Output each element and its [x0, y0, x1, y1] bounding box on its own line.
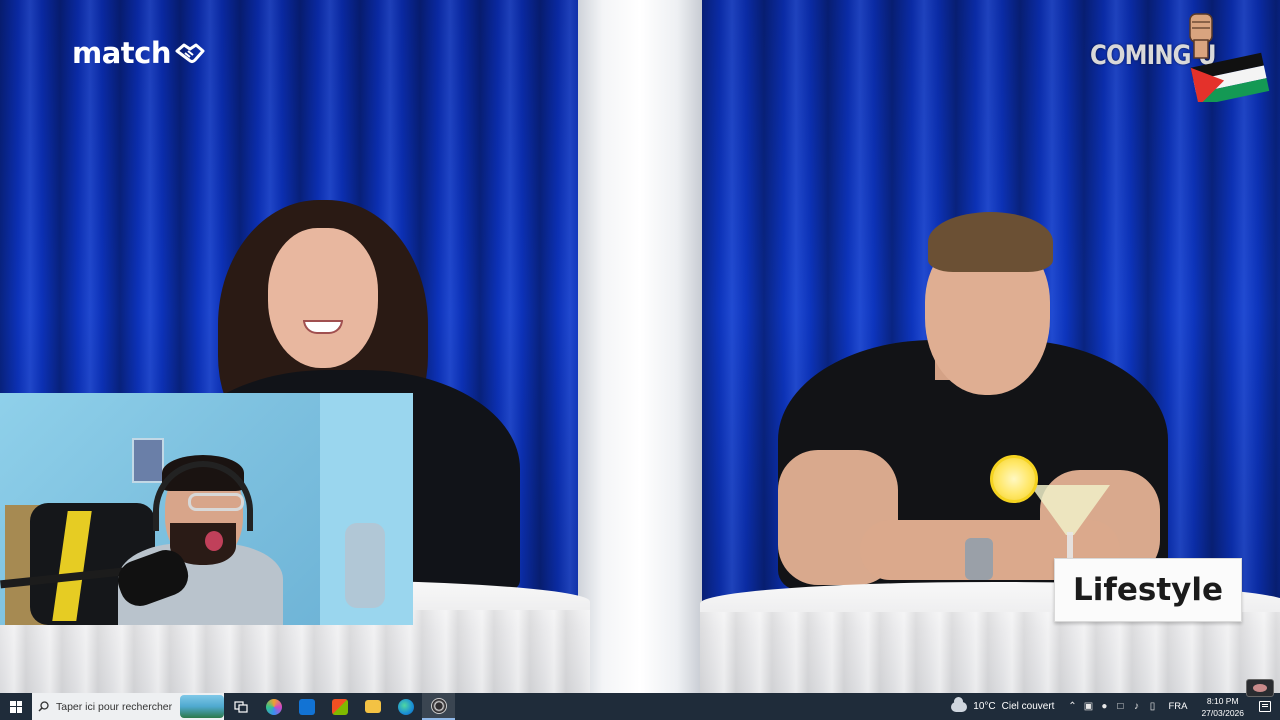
windows-taskbar: Taper ici pour rechercher 10°C Ciel couv… [0, 693, 1280, 720]
outlook-icon [298, 698, 315, 715]
search-placeholder: Taper ici pour rechercher [56, 700, 173, 713]
lifestyle-name-card: Lifestyle [1054, 558, 1242, 622]
palestine-flag-fist-icon [1189, 13, 1270, 102]
outlook-button[interactable] [290, 693, 323, 720]
clock-date: 27/03/2026 [1201, 707, 1244, 718]
white-divider-pillar [578, 0, 702, 693]
man-hair [928, 212, 1053, 272]
task-view-icon [233, 700, 248, 713]
file-explorer-icon [364, 700, 381, 713]
task-view-button[interactable] [224, 693, 257, 720]
background-figure [345, 523, 385, 608]
clock-time: 8:10 PM [1206, 695, 1239, 706]
wristwatch [965, 538, 993, 580]
start-button[interactable] [0, 693, 32, 720]
edge-button[interactable] [389, 693, 422, 720]
notification-icon [1259, 701, 1271, 712]
input-language[interactable]: FRA [1160, 701, 1195, 712]
search-icon [38, 701, 49, 712]
video-player[interactable]: Lifestyle match COMING U [0, 0, 1280, 693]
handshake-icon [175, 43, 205, 63]
weather-condition: Ciel couvert [1001, 701, 1055, 712]
cloud-icon [951, 696, 968, 712]
notifications-button[interactable] [1250, 693, 1280, 720]
copilot-icon [265, 698, 282, 715]
search-highlight-image [180, 695, 224, 718]
streamer-facecam [0, 393, 413, 625]
display-icon[interactable]: □ [1112, 693, 1128, 720]
edge-icon [397, 698, 414, 715]
battery-icon[interactable]: ▯ [1144, 693, 1160, 720]
store-icon [331, 698, 348, 715]
copilot-button[interactable] [257, 693, 290, 720]
facecam-poster [132, 438, 164, 483]
network-icon[interactable]: ▣ [1080, 693, 1096, 720]
store-button[interactable] [323, 693, 356, 720]
chevron-up-icon[interactable]: ⌃ [1064, 693, 1080, 720]
volume-icon[interactable]: ♪ [1128, 693, 1144, 720]
taskbar-clock[interactable]: 8:10 PM 27/03/2026 [1195, 695, 1250, 719]
match-logo: match [72, 36, 205, 70]
system-tray: 10°C Ciel couvert ⌃ ▣ ● □ ♪ ▯ FRA 8:10 P… [941, 693, 1280, 720]
floating-thumbnail[interactable] [1246, 679, 1274, 697]
woman-face [268, 228, 378, 368]
weather-widget[interactable]: 10°C Ciel couvert [941, 696, 1064, 712]
obs-icon [430, 697, 447, 714]
obs-button[interactable] [422, 693, 455, 720]
weather-temperature: 10°C [973, 701, 996, 712]
microphone-icon[interactable]: ● [1096, 693, 1112, 720]
match-logo-text: match [72, 36, 172, 70]
taskbar-search-box[interactable]: Taper ici pour rechercher [32, 693, 224, 720]
lemon-slice [990, 455, 1038, 503]
streamer-mouth [205, 531, 223, 551]
file-explorer-button[interactable] [356, 693, 389, 720]
windows-logo-icon [10, 700, 22, 713]
